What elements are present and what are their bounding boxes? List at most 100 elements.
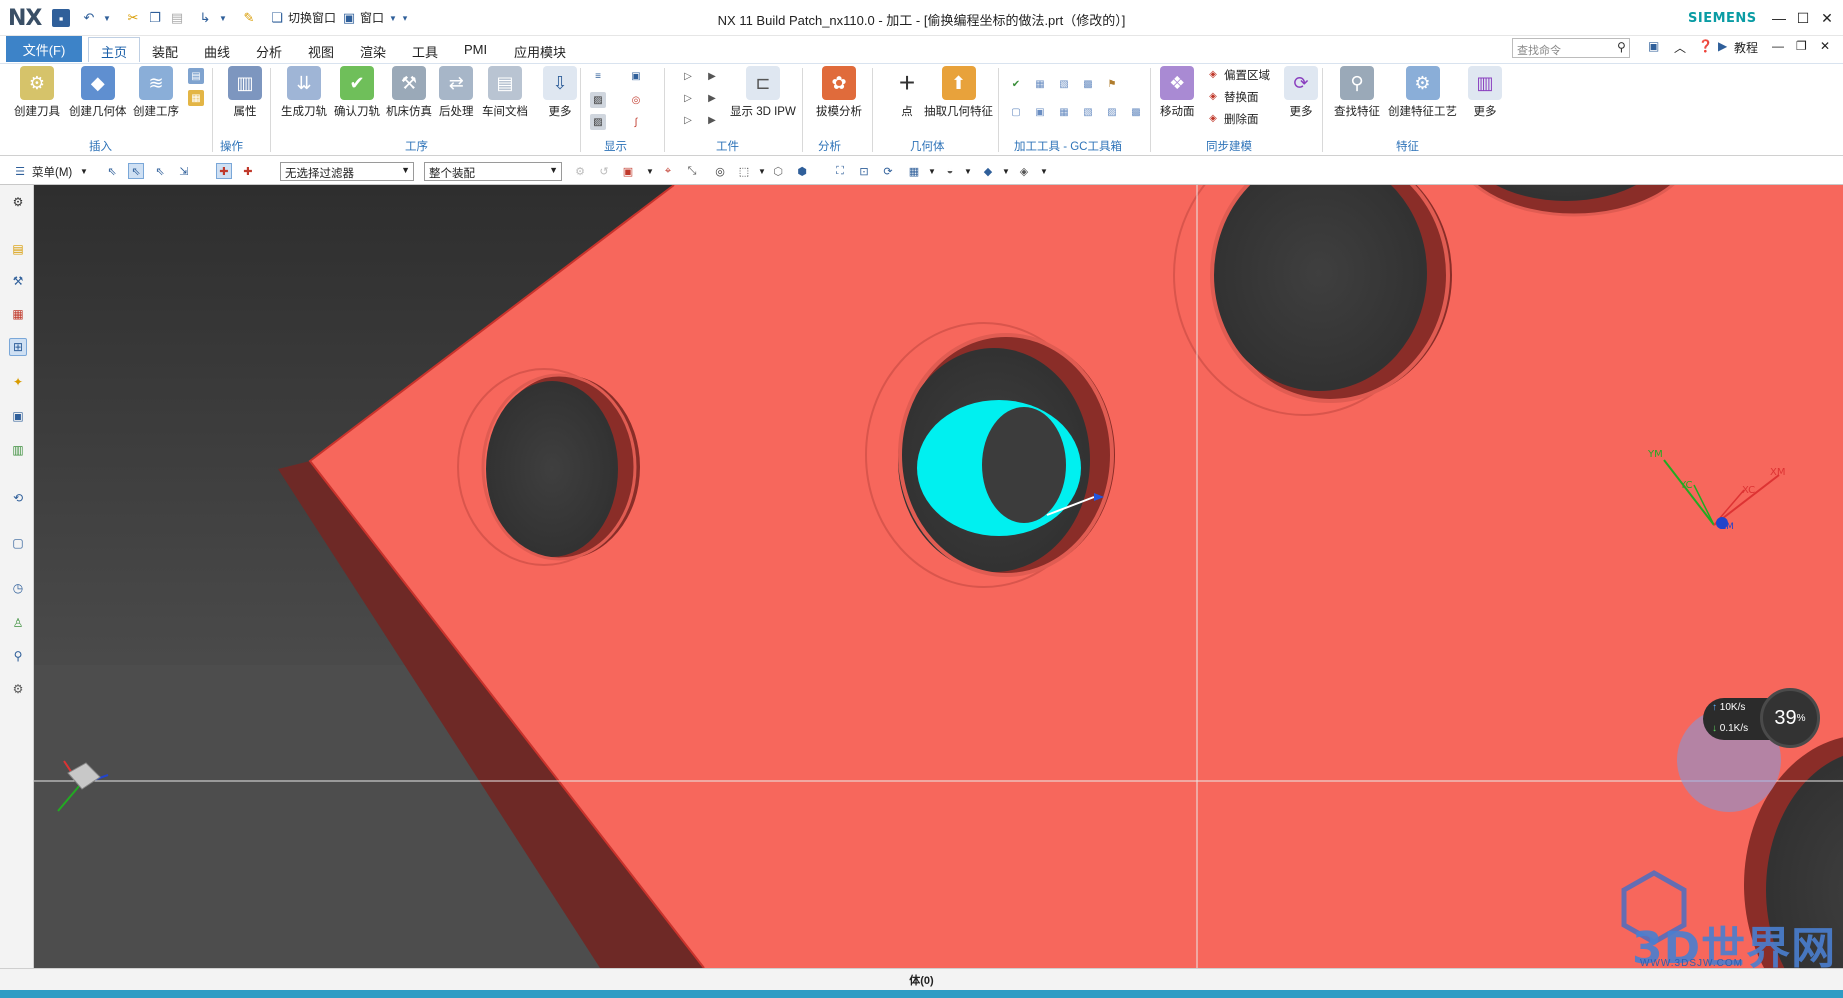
type-filter-select[interactable]: 无选择过滤器 ▼ xyxy=(280,162,414,181)
menu-icon[interactable]: ☰ xyxy=(12,163,28,179)
select-mode-a-icon[interactable]: ⇖ xyxy=(104,163,120,179)
command-search-input[interactable]: 查找命令 xyxy=(1512,38,1630,58)
view-a-icon[interactable]: ⬡ xyxy=(770,163,786,179)
tab-curve[interactable]: 曲线 xyxy=(204,37,230,62)
delete-face-icon[interactable]: ◈ xyxy=(1205,110,1221,126)
process-studio-icon[interactable]: ▢ xyxy=(9,534,27,552)
tab-home[interactable]: 主页 xyxy=(88,37,141,62)
tab-tools[interactable]: 工具 xyxy=(412,37,438,62)
background-icon[interactable]: ◆ xyxy=(980,163,996,179)
system-scene-icon[interactable]: ⚲ xyxy=(9,647,27,665)
fit-view-icon[interactable]: ⛶ xyxy=(832,163,848,179)
workpiece-f-icon[interactable]: ▶ xyxy=(704,112,720,128)
create-geometry-button[interactable]: ◆ 创建几何体 xyxy=(69,66,127,119)
replace-face-button[interactable]: 替换面 xyxy=(1224,89,1259,105)
gc-tool-k-icon[interactable]: ▩ xyxy=(1128,104,1144,120)
tutorial-button[interactable]: 教程 xyxy=(1734,39,1758,56)
background-dropdown-icon[interactable]: ▼ xyxy=(998,163,1014,179)
doc-close-button[interactable]: ✕ xyxy=(1820,39,1830,53)
tab-assembly[interactable]: 装配 xyxy=(152,37,178,62)
gc-check-icon[interactable]: ✔ xyxy=(1008,76,1024,92)
gc-tool-i-icon[interactable]: ▧ xyxy=(1080,104,1096,120)
display-options-icon[interactable]: ▣ xyxy=(628,68,644,84)
selection-priority-icon[interactable]: ✚ xyxy=(216,163,232,179)
snap-end-icon[interactable]: ⌖ xyxy=(660,163,676,179)
select-mode-b-icon[interactable]: ⇖ xyxy=(128,163,144,179)
maximize-button[interactable]: ☐ xyxy=(1792,7,1814,29)
verify-toolpath-button[interactable]: ✔ 确认刀轨 xyxy=(334,66,380,119)
snap-dropdown-icon[interactable]: ▼ xyxy=(642,163,658,179)
display-curve-icon[interactable]: ∫ xyxy=(628,114,644,130)
display-toolpath-icon[interactable]: ≡ xyxy=(590,68,606,84)
minimize-button[interactable]: — xyxy=(1768,7,1790,29)
select-mode-c-icon[interactable]: ⇖ xyxy=(152,163,168,179)
zoom-icon[interactable]: ⊡ xyxy=(856,163,872,179)
collapse-ribbon-icon[interactable]: ︿ xyxy=(1674,39,1686,56)
workpiece-b-icon[interactable]: ▶ xyxy=(704,68,720,84)
box-select-icon[interactable]: ⬚ xyxy=(736,163,752,179)
shop-documentation-button[interactable]: ▤ 车间文档 xyxy=(482,66,528,119)
web-browser-icon[interactable]: ▥ xyxy=(9,441,27,459)
render-style-icon[interactable]: ◒ xyxy=(942,163,958,179)
search-icon[interactable]: ⚲ xyxy=(1617,40,1626,54)
role-icon[interactable]: ♙ xyxy=(9,614,27,632)
display-target-icon[interactable]: ◎ xyxy=(628,92,644,108)
machine-simulation-button[interactable]: ⚒ 机床仿真 xyxy=(386,66,432,119)
workpiece-a-icon[interactable]: ▷ xyxy=(680,68,696,84)
machine-tool-navigator-icon[interactable]: ⚒ xyxy=(9,272,27,290)
draft-analysis-button[interactable]: ✿ 拔模分析 xyxy=(816,66,862,119)
hd3d-tools-icon[interactable]: ▣ xyxy=(9,407,27,425)
menu-dropdown-icon[interactable]: ▼ xyxy=(76,163,92,179)
display-layer-icon[interactable]: ▨ xyxy=(590,92,606,108)
offset-region-button[interactable]: 偏置区域 xyxy=(1224,67,1270,83)
graphics-window[interactable]: YM YC XM XC ZM xyxy=(34,185,1843,968)
gc-tool-c-icon[interactable]: ▧ xyxy=(1056,76,1072,92)
gc-tool-b-icon[interactable]: ▦ xyxy=(1032,76,1048,92)
snap-point-icon[interactable]: ▣ xyxy=(620,163,636,179)
tab-pmi[interactable]: PMI xyxy=(464,37,487,62)
create-tool-button[interactable]: ⚙ 创建刀具 xyxy=(14,66,60,119)
snap-curve-icon[interactable]: ⤡ xyxy=(684,163,700,179)
menu-button[interactable]: 菜单(M) xyxy=(32,164,72,180)
visibility-dropdown-icon[interactable]: ▼ xyxy=(1036,163,1052,179)
doc-restore-button[interactable]: ❐ xyxy=(1796,39,1807,53)
extract-geometry-button[interactable]: ⬆ 抽取几何特征 xyxy=(924,66,993,119)
file-menu-tab[interactable]: 文件(F) xyxy=(6,36,82,62)
create-operation-button[interactable]: ≋ 创建工序 xyxy=(133,66,179,119)
gc-tool-d-icon[interactable]: ▩ xyxy=(1080,76,1096,92)
workpiece-e-icon[interactable]: ▷ xyxy=(680,112,696,128)
move-face-button[interactable]: ❖ 移动面 xyxy=(1160,66,1195,119)
tab-render[interactable]: 渲染 xyxy=(360,37,386,62)
render-dropdown-icon[interactable]: ▼ xyxy=(960,163,976,179)
tab-view[interactable]: 视图 xyxy=(308,37,334,62)
operation-navigator-icon[interactable]: ▤ xyxy=(9,240,27,258)
close-button[interactable]: ✕ xyxy=(1816,7,1838,29)
gc-tool-h-icon[interactable]: ▦ xyxy=(1056,104,1072,120)
gc-tool-f-icon[interactable]: ▢ xyxy=(1008,104,1024,120)
create-method-icon[interactable]: ▤ xyxy=(188,68,204,84)
tutorial-icon[interactable]: ▶ xyxy=(1718,39,1727,53)
snap-b-icon[interactable]: ↺ xyxy=(596,163,612,179)
select-mode-d-icon[interactable]: ⇲ xyxy=(176,163,192,179)
feature-navigator-icon[interactable]: ▦ xyxy=(9,305,27,323)
part-navigator-icon[interactable]: ⊞ xyxy=(9,338,27,356)
rotate-view-icon[interactable]: ⟳ xyxy=(880,163,896,179)
gc-tool-e-icon[interactable]: ⚑ xyxy=(1104,76,1120,92)
reuse-library-icon[interactable]: ✦ xyxy=(9,373,27,391)
orient-view-icon[interactable]: ▦ xyxy=(906,163,922,179)
create-feature-process-button[interactable]: ⚙ 创建特征工艺 xyxy=(1388,66,1457,119)
workpiece-d-icon[interactable]: ▶ xyxy=(704,90,720,106)
clock-icon[interactable]: ◷ xyxy=(9,579,27,597)
gc-tool-g-icon[interactable]: ▣ xyxy=(1032,104,1048,120)
more-operations-button[interactable]: ⇩ 更多 xyxy=(543,66,577,119)
gc-tool-j-icon[interactable]: ▨ xyxy=(1104,104,1120,120)
point-button[interactable]: + 点 xyxy=(890,66,924,119)
display-layer2-icon[interactable]: ▨ xyxy=(590,114,606,130)
selection-scope-icon[interactable]: ✚ xyxy=(240,163,256,179)
snap-a-icon[interactable]: ⚙ xyxy=(572,163,588,179)
window-list-icon[interactable]: ▣ xyxy=(1648,39,1659,53)
show-3d-ipw-button[interactable]: ⊏ 显示 3D IPW xyxy=(730,66,796,119)
delete-face-button[interactable]: 删除面 xyxy=(1224,111,1259,127)
doc-minimize-button[interactable]: — xyxy=(1772,39,1784,53)
postprocess-button[interactable]: ⇄ 后处理 xyxy=(439,66,474,119)
